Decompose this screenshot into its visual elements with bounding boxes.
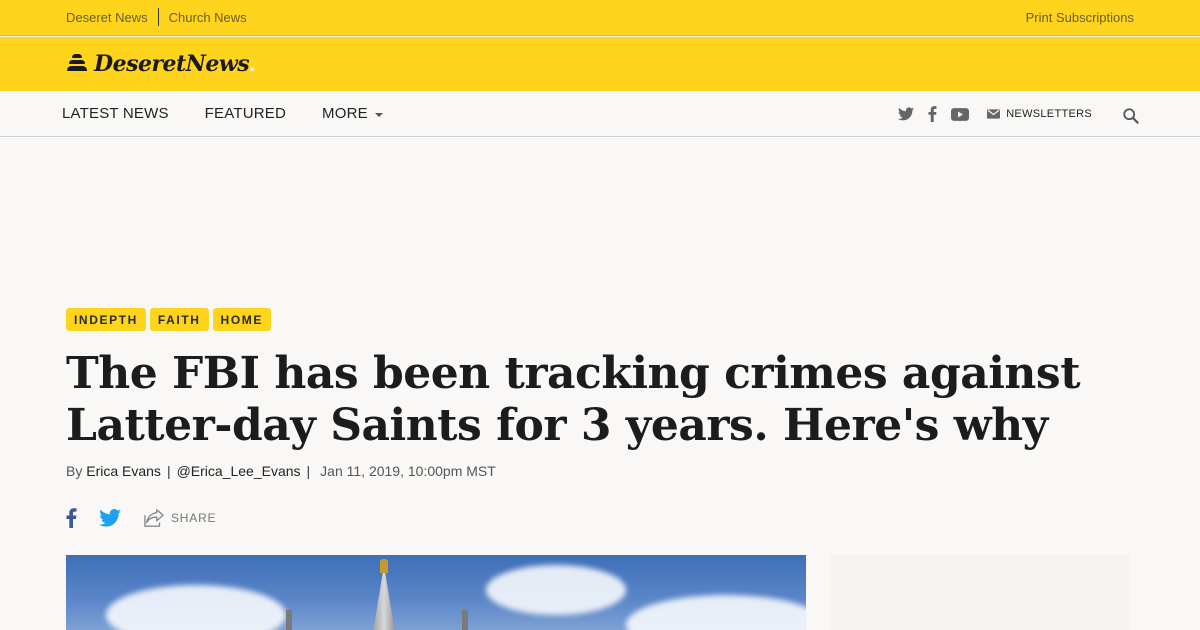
utility-bar: Deseret News Church News Print Subscript… — [0, 0, 1200, 36]
sidebar-ad-slot — [830, 555, 1130, 630]
author-link[interactable]: Erica Evans — [86, 463, 161, 479]
share-button[interactable]: SHARE — [143, 508, 216, 528]
facebook-icon[interactable] — [928, 106, 937, 122]
youtube-icon[interactable] — [951, 107, 970, 121]
church-news-link[interactable]: Church News — [169, 10, 247, 25]
logo-wordmark: DeseretNews — [94, 51, 250, 77]
newsletters-label: NEWSLETTERS — [1006, 108, 1092, 120]
nav-latest-news[interactable]: LATEST NEWS — [62, 105, 169, 122]
newsletters-link[interactable]: NEWSLETTERS — [987, 108, 1092, 120]
tag-home[interactable]: HOME — [212, 308, 271, 331]
nav-featured-label: FEATURED — [204, 105, 286, 122]
site-logo[interactable]: DeseretNews . — [66, 51, 255, 77]
share-label: SHARE — [171, 511, 217, 525]
main-nav: LATEST NEWS FEATURED MORE NEWSLETTERS — [0, 91, 1200, 137]
nav-items: LATEST NEWS FEATURED MORE — [62, 105, 419, 122]
author-handle-link[interactable]: @Erica_Lee_Evans — [177, 463, 301, 479]
share-bar: SHARE — [66, 508, 216, 528]
article-tags: INDEPTH FAITH HOME — [66, 308, 275, 331]
nav-featured[interactable]: FEATURED — [205, 105, 286, 122]
chevron-down-icon — [374, 112, 383, 117]
tag-faith[interactable]: FAITH — [149, 308, 209, 331]
beehive-icon — [66, 54, 88, 74]
print-subscriptions-link[interactable]: Print Subscriptions — [1026, 10, 1134, 25]
logo-dot: . — [249, 51, 256, 76]
utility-links: Deseret News Church News — [66, 8, 247, 26]
nav-more[interactable]: MORE — [322, 105, 383, 122]
article-headline: The FBI has been tracking crimes against… — [66, 348, 1081, 451]
mail-icon — [987, 109, 1001, 119]
hero-image — [66, 555, 806, 630]
tag-indepth[interactable]: INDEPTH — [66, 308, 146, 331]
deseret-news-link[interactable]: Deseret News — [66, 10, 148, 25]
publish-date: Jan 11, 2019, 10:00pm MST — [320, 463, 496, 479]
facebook-share-icon[interactable] — [66, 508, 77, 528]
divider — [157, 8, 159, 26]
byline: By Erica Evans | @Erica_Lee_Evans | Jan … — [66, 463, 496, 479]
byline-divider: | — [306, 463, 311, 479]
social-links: NEWSLETTERS — [884, 103, 1140, 125]
byline-prefix: By — [66, 463, 83, 479]
twitter-icon[interactable] — [898, 107, 915, 121]
masthead: DeseretNews . — [0, 37, 1200, 91]
twitter-share-icon[interactable] — [99, 509, 121, 527]
nav-more-label: MORE — [322, 105, 368, 122]
byline-divider: | — [166, 463, 171, 479]
nav-latest-news-label: LATEST NEWS — [62, 105, 169, 122]
search-icon[interactable] — [1122, 107, 1140, 125]
share-icon — [144, 509, 164, 527]
